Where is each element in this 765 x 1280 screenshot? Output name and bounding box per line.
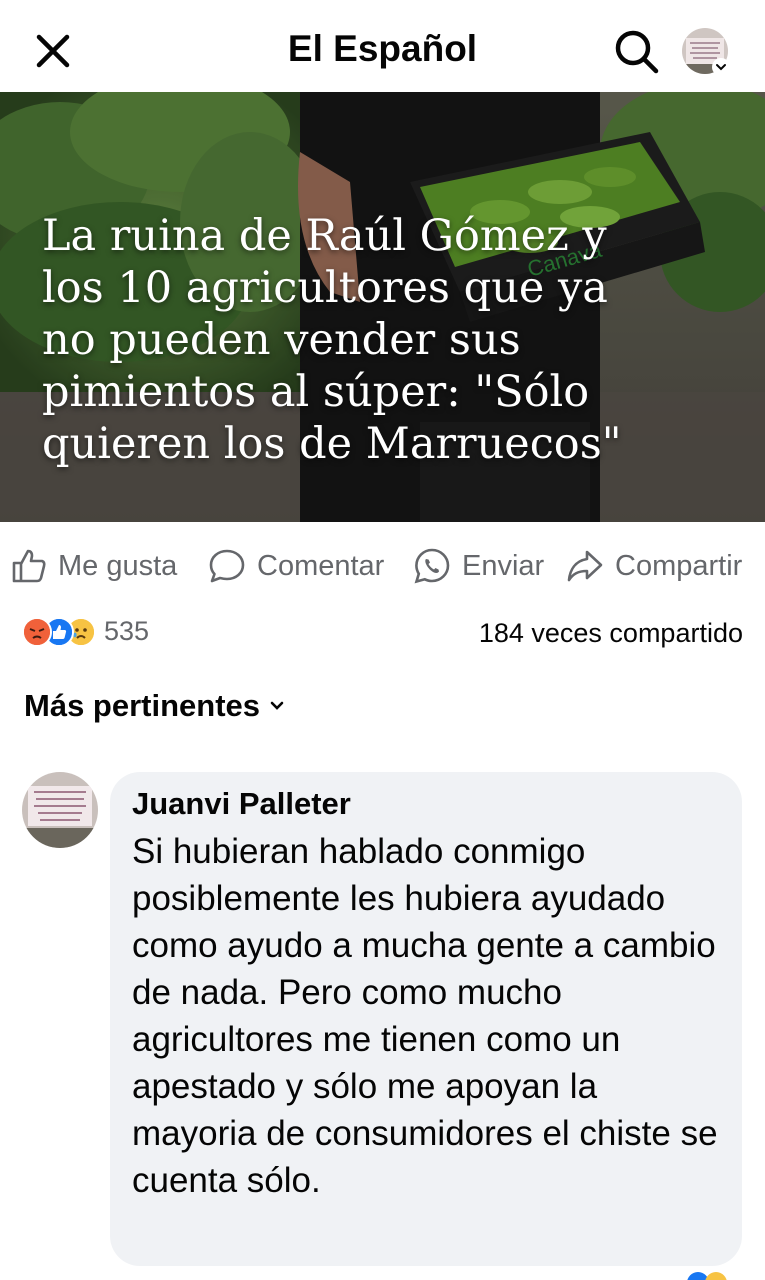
reaction-count: 535	[104, 616, 150, 646]
like-label: Me gusta	[58, 549, 178, 582]
comment-author-name[interactable]: Juanvi Palleter	[132, 786, 720, 822]
comment-author-avatar[interactable]	[22, 772, 98, 848]
angry-reaction-icon	[22, 616, 52, 647]
comment-sort-label: Más pertinentes	[24, 688, 261, 723]
whatsapp-icon	[414, 548, 450, 584]
post-stats: 535 184 veces compartido	[0, 602, 765, 662]
share-button[interactable]: Compartir	[565, 546, 742, 586]
close-icon[interactable]	[30, 28, 76, 74]
comment-text: Si hubieran hablado conmigo posiblemente…	[132, 832, 718, 1200]
share-label: Compartir	[615, 549, 743, 582]
comment-button[interactable]: Comentar	[207, 546, 384, 586]
post-image-headline: La ruina de Raúl Gómez y los 10 agricult…	[42, 211, 622, 469]
comment-label: Comentar	[257, 549, 385, 582]
reactions-summary[interactable]: 535	[22, 616, 149, 647]
post-image[interactable]: Canava La ruina de Raúl Gómez y los 10 a…	[0, 92, 765, 522]
share-count[interactable]: 184 veces compartido	[479, 618, 743, 649]
send-label: Enviar	[462, 549, 545, 582]
comment-reactions-peek	[680, 1268, 730, 1280]
chevron-down-icon[interactable]	[712, 58, 730, 76]
like-button[interactable]: Me gusta	[10, 546, 177, 586]
thumbs-up-icon	[12, 549, 46, 583]
post-actions: Me gusta Comentar Enviar Compartir	[0, 530, 765, 602]
comment-icon	[209, 549, 245, 583]
send-button[interactable]: Enviar	[412, 546, 544, 586]
comment-bubble[interactable]: Juanvi Palleter Si hubieran hablado conm…	[110, 772, 742, 1266]
chevron-down-icon	[270, 701, 284, 710]
comment-sort-dropdown[interactable]: Más pertinentes	[24, 688, 286, 724]
search-icon[interactable]	[612, 27, 662, 77]
share-icon	[567, 550, 603, 582]
top-bar: El Español	[0, 0, 765, 92]
